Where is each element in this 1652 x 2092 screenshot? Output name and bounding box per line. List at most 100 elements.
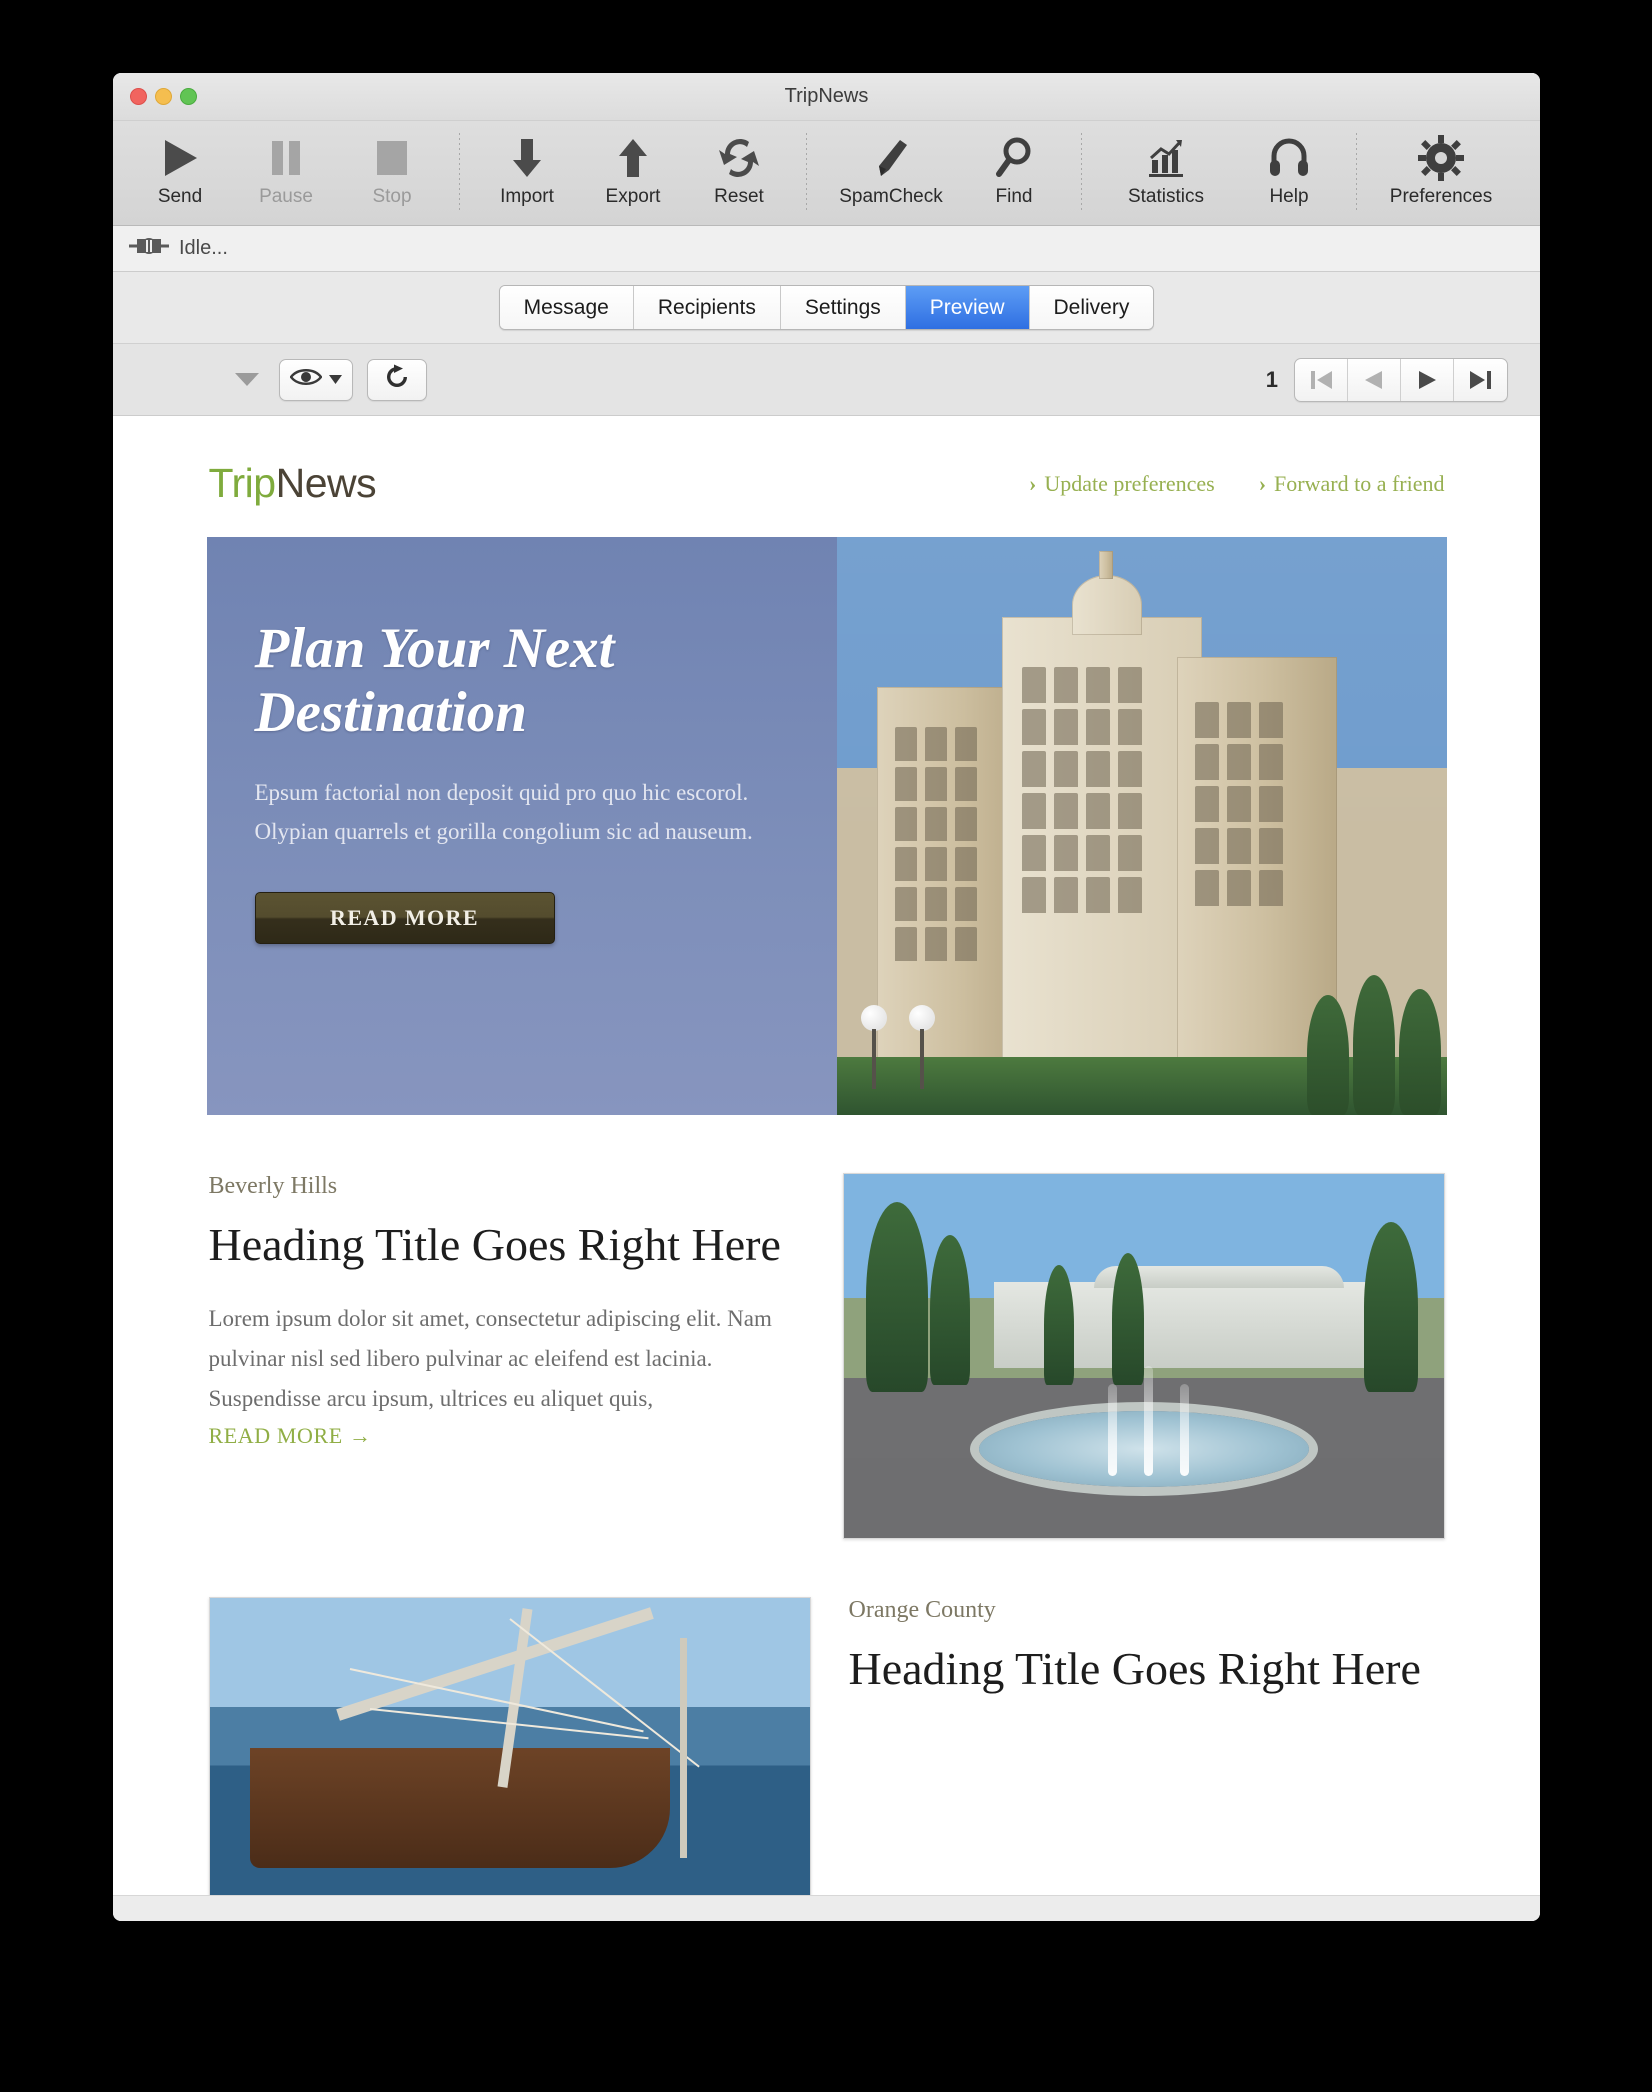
toolbar-import-label: Import [500, 186, 554, 207]
toolbar-send-button[interactable]: Send [127, 127, 233, 208]
previous-page-button[interactable] [1348, 358, 1401, 401]
toolbar-export-label: Export [605, 186, 661, 207]
toolbar-pause-label: Pause [259, 186, 313, 207]
screenshot-root: TripNews Send Pause Stop Import Export R… [0, 0, 1652, 2092]
article-beverly-hills: Beverly Hills Heading Title Goes Right H… [207, 1115, 1447, 1539]
window-title: TripNews [784, 85, 869, 107]
first-page-button[interactable] [1295, 358, 1348, 401]
toolbar-separator [459, 133, 460, 211]
arrow-up-icon [613, 132, 653, 184]
toolbar-help-label: Help [1269, 186, 1309, 207]
article-orange-county: Orange County Heading Title Goes Right H… [207, 1539, 1447, 1895]
tab-delivery[interactable]: Delivery [1029, 286, 1154, 329]
article-text: Orange County Heading Title Goes Right H… [849, 1597, 1445, 1723]
window-titlebar: TripNews [113, 73, 1540, 121]
toolbar-find-button[interactable]: Find [961, 127, 1067, 208]
pause-icon [266, 132, 306, 184]
logo-part-news: News [275, 460, 377, 506]
update-preferences-label: Update preferences [1044, 470, 1215, 496]
eye-icon [289, 367, 323, 392]
toolbar-reset-label: Reset [714, 186, 764, 207]
article-text: Beverly Hills Heading Title Goes Right H… [209, 1173, 805, 1449]
toolbar-stop-button[interactable]: Stop [339, 127, 445, 208]
hero-read-more-button[interactable]: READ MORE [254, 891, 555, 944]
toolbar-stop-label: Stop [372, 186, 412, 207]
chevron-down-icon [329, 371, 342, 389]
forward-to-friend-link[interactable]: › Forward to a friend [1259, 471, 1445, 497]
toolbar-statistics-label: Statistics [1127, 186, 1205, 207]
hero-read-more-label: READ MORE [330, 904, 479, 930]
tab-settings[interactable]: Settings [780, 286, 906, 329]
reload-icon [384, 364, 410, 395]
chevron-right-icon: › [1028, 470, 1037, 496]
gear-icon [1418, 132, 1464, 184]
preview-control-bar: 1 [113, 344, 1540, 416]
page-number: 1 [1265, 366, 1278, 392]
hero-banner: Plan Your Next Destination Epsum factori… [206, 537, 1447, 1115]
toolbar-separator [1081, 133, 1082, 211]
headset-icon [1267, 132, 1311, 184]
toolbar-separator [1356, 133, 1357, 211]
reload-preview-button[interactable] [367, 358, 427, 401]
refresh-icon [718, 132, 760, 184]
toolbar-export-button[interactable]: Export [580, 127, 686, 208]
magnifier-icon [993, 132, 1035, 184]
toolbar-group-tools: SpamCheck Find [821, 127, 1067, 208]
tab-group: Message Recipients Settings Preview Deli… [498, 285, 1155, 330]
hero-content: Plan Your Next Destination Epsum factori… [207, 537, 767, 944]
toolbar-group-data: Import Export Reset [474, 127, 792, 208]
hero-title: Plan Your Next Destination [254, 617, 615, 744]
article-title: Heading Title Goes Right Here [208, 1219, 781, 1270]
toolbar-import-button[interactable]: Import [474, 127, 580, 208]
triangle-down-icon[interactable] [235, 373, 259, 386]
toolbar-find-label: Find [995, 186, 1033, 207]
toolbar-help-button[interactable]: Help [1236, 127, 1342, 208]
toolbar-spamcheck-button[interactable]: SpamCheck [821, 127, 961, 208]
toolbar-statistics-button[interactable]: Statistics [1096, 127, 1236, 208]
tab-preview[interactable]: Preview [905, 286, 1030, 329]
app-window: TripNews Send Pause Stop Import Export R… [113, 73, 1540, 1921]
play-icon [160, 132, 200, 184]
forward-to-friend-label: Forward to a friend [1274, 470, 1445, 496]
toolbar-preferences-label: Preferences [1389, 186, 1493, 207]
next-page-button[interactable] [1401, 358, 1454, 401]
view-mode-button[interactable] [279, 358, 353, 401]
hero-image [836, 537, 1447, 1115]
article-image-ship [208, 1597, 811, 1895]
header-links: › Update preferences › Forward to a friend [1029, 471, 1445, 497]
toolbar-preferences-button[interactable]: Preferences [1371, 127, 1511, 208]
article-image-fountain [842, 1173, 1445, 1539]
article-body: Lorem ipsum dolor sit amet, consectetur … [208, 1306, 772, 1412]
pagination-controls [1294, 357, 1508, 402]
connector-icon [129, 236, 169, 261]
tab-message[interactable]: Message [499, 286, 634, 329]
toolbar-send-label: Send [157, 186, 203, 207]
stop-icon [372, 132, 412, 184]
chart-icon [1144, 132, 1188, 184]
toolbar-reset-button[interactable]: Reset [686, 127, 792, 208]
newsletter-logo: TripNews [209, 460, 377, 507]
toolbar-group-info: Statistics Help [1096, 127, 1342, 208]
newsletter: TripNews › Update preferences › Forward to… [206, 416, 1447, 1895]
tab-recipients[interactable]: Recipients [633, 286, 781, 329]
update-preferences-link[interactable]: › Update preferences [1029, 471, 1215, 497]
status-text: Idle... [179, 237, 228, 259]
article-kicker: Orange County [848, 1597, 996, 1623]
window-footer [113, 1895, 1540, 1921]
article-kicker: Beverly Hills [208, 1173, 338, 1199]
tab-strip: Message Recipients Settings Preview Deli… [113, 272, 1540, 344]
chevron-right-icon: › [1258, 470, 1267, 496]
last-page-button[interactable] [1454, 359, 1507, 401]
toolbar-pause-button[interactable]: Pause [233, 127, 339, 208]
main-toolbar: Send Pause Stop Import Export Reset Spam… [113, 121, 1540, 226]
logo-part-trip: Trip [208, 460, 277, 506]
newsletter-header: TripNews › Update preferences › Forward to… [207, 416, 1447, 537]
arrow-down-icon [507, 132, 547, 184]
toolbar-group-prefs: Preferences [1371, 127, 1511, 208]
article-read-more-link[interactable]: READ MORE → [209, 1423, 805, 1449]
email-preview-pane[interactable]: TripNews › Update preferences › Forward to… [113, 416, 1540, 1895]
brush-icon [869, 132, 913, 184]
toolbar-spamcheck-label: SpamCheck [839, 186, 943, 207]
hero-body: Epsum factorial non deposit quid pro quo… [254, 779, 753, 845]
article-title: Heading Title Goes Right Here [848, 1643, 1421, 1694]
